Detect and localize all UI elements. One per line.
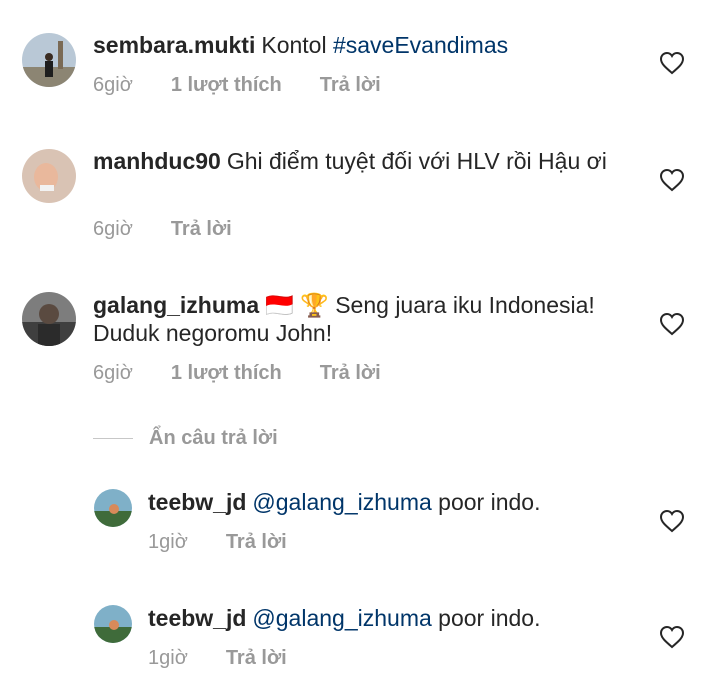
timestamp: 6giờ xyxy=(93,74,133,96)
comment-text: manhduc90 Ghi điểm tuyệt đối với HLV rồi … xyxy=(93,147,633,175)
mention-link[interactable]: @galang_izhuma xyxy=(252,605,431,631)
heart-icon[interactable] xyxy=(659,625,685,649)
comment-body: Kontol xyxy=(261,32,333,58)
comment-text: sembara.mukti Kontol #saveEvandimas xyxy=(93,31,633,59)
username[interactable]: galang_izhuma xyxy=(93,292,259,318)
avatar[interactable] xyxy=(94,605,132,643)
avatar[interactable] xyxy=(94,489,132,527)
hide-replies-label: Ẩn câu trả lời xyxy=(149,426,278,449)
hide-replies-button[interactable]: Ẩn câu trả lời xyxy=(93,424,278,452)
comment-text: galang_izhuma 🇮🇩 🏆 Seng juara iku Indones… xyxy=(93,291,633,347)
avatar[interactable] xyxy=(22,292,76,346)
comment-text: teebw_jd @galang_izhuma poor indo. xyxy=(148,604,648,632)
divider-line xyxy=(93,437,133,439)
reply-button[interactable]: Trả lời xyxy=(320,362,381,384)
heart-icon[interactable] xyxy=(659,312,685,336)
timestamp: 1giờ xyxy=(148,647,188,669)
reply-button[interactable]: Trả lời xyxy=(320,74,381,96)
timestamp: 1giờ xyxy=(148,531,188,553)
emoji: 🇮🇩 🏆 xyxy=(265,292,329,318)
username[interactable]: manhduc90 xyxy=(93,148,221,174)
comment-meta: 6giờ 1 lượt thích Trả lời xyxy=(93,74,419,97)
reply-button[interactable]: Trả lời xyxy=(226,647,287,669)
avatar[interactable] xyxy=(22,149,76,203)
comment-meta: 6giờ 1 lượt thích Trả lời xyxy=(93,362,419,385)
likes-count[interactable]: 1 lượt thích xyxy=(171,362,282,384)
likes-count[interactable]: 1 lượt thích xyxy=(171,74,282,96)
comment-meta: 6giờ Trả lời xyxy=(93,218,270,241)
hashtag-link[interactable]: #saveEvandimas xyxy=(333,32,508,58)
comment-meta: 1giờ Trả lời xyxy=(148,531,325,554)
username[interactable]: sembara.mukti xyxy=(93,32,255,58)
timestamp: 6giờ xyxy=(93,218,133,240)
heart-icon[interactable] xyxy=(659,51,685,75)
reply-button[interactable]: Trả lời xyxy=(226,531,287,553)
reply-button[interactable]: Trả lời xyxy=(171,218,232,240)
mention-link[interactable]: @galang_izhuma xyxy=(252,489,431,515)
username[interactable]: teebw_jd xyxy=(148,489,246,515)
comment-text: teebw_jd @galang_izhuma poor indo. xyxy=(148,488,648,516)
comment-body: poor indo. xyxy=(431,489,541,515)
heart-icon[interactable] xyxy=(659,168,685,192)
heart-icon[interactable] xyxy=(659,509,685,533)
comment-meta: 1giờ Trả lời xyxy=(148,647,325,670)
comment-body: Ghi điểm tuyệt đối với HLV rồi Hậu ơi xyxy=(226,148,607,174)
comment-body: poor indo. xyxy=(431,605,541,631)
username[interactable]: teebw_jd xyxy=(148,605,246,631)
avatar[interactable] xyxy=(22,33,76,87)
timestamp: 6giờ xyxy=(93,362,133,384)
